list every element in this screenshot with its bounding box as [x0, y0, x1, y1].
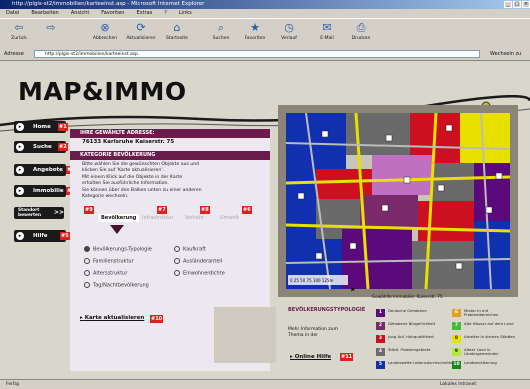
mail-button[interactable]: ✉ E-Mail [312, 21, 342, 41]
address-bar: Adresse http://plgis-st2/immobilien/kart… [0, 49, 530, 61]
menu-tools[interactable]: Extras [136, 10, 152, 16]
go-button[interactable]: Wechseln zu [490, 49, 521, 60]
online-help-link[interactable]: ▸ Online Hilfe [290, 354, 331, 360]
more-info-text: Mehr Information zum Thema in der [288, 327, 338, 338]
mail-icon: ✉ [322, 21, 332, 34]
address-label: Adresse [4, 51, 24, 57]
category-description-1: Bitte wählen Sie die gewünschten Objekte… [82, 162, 200, 173]
legend-title: BEVÖLKERUNGSTYPOLOGIE [288, 307, 366, 313]
minimize-button[interactable]: _ [504, 1, 512, 8]
forward-button[interactable]: ⇨ [36, 21, 66, 36]
back-icon: ⇦ [14, 21, 24, 34]
menu-links[interactable]: Links [179, 10, 192, 16]
maximize-button[interactable]: □ [513, 1, 521, 8]
home-button[interactable]: ⌂ Startseite [162, 21, 192, 41]
option-purchasing-power[interactable]: Kaufkraft [174, 246, 206, 254]
refresh-icon: ⟳ [136, 21, 146, 34]
radio-icon [174, 246, 180, 252]
population-map[interactable]: 0 25 50 75 100 125m [286, 113, 510, 289]
window-title: http://plgis-st2/immobilien/karteeinst.a… [12, 1, 205, 7]
map-location-caption: Gewählte Immobilie: Kaiserstr. 75 [372, 294, 443, 299]
stop-button[interactable]: ⊗ Abbrechen [90, 21, 120, 41]
menu-help[interactable]: ? [164, 10, 167, 16]
browser-toolbar: ⇦ Zurück ⇨ ⊗ Abbrechen ⟳ Aktualisieren ⌂ Sta… [0, 18, 530, 51]
map-frame: 0 25 50 75 100 125m [278, 105, 518, 297]
forward-icon: ⇨ [46, 21, 56, 34]
legend-preview-image [214, 307, 276, 363]
option-day-night-population[interactable]: Tag/Nachtbevölkerung [84, 282, 149, 290]
arrow-right-icon: ▸ [16, 187, 24, 195]
radio-checked-icon [84, 246, 90, 252]
option-population-typology[interactable]: Bevölkerungs-Typologie [84, 246, 152, 254]
favorites-button[interactable]: ★ Favoriten [240, 21, 270, 41]
option-age-structure[interactable]: Altersstruktur [84, 270, 127, 278]
option-family-structure[interactable]: Familienstruktur [84, 258, 134, 266]
dropdown-triangle-icon [110, 225, 124, 234]
favorites-icon: ★ [250, 21, 260, 34]
option-foreigner-share[interactable]: Ausländeranteil [174, 258, 222, 266]
marker-number: #8 [200, 206, 210, 214]
close-button[interactable]: × [522, 1, 530, 8]
flag-icon: ⚑ [350, 287, 356, 294]
nav-offers-button[interactable]: ▸ Angebote [14, 164, 66, 176]
radio-icon [84, 282, 90, 288]
marker-number: #2 [58, 143, 68, 151]
marker-number: #6 [242, 206, 252, 214]
menu-file[interactable]: Datei [6, 10, 19, 16]
update-map-link[interactable]: ▸ Karte aktualisieren [80, 315, 144, 321]
marker-number: #1 [58, 123, 68, 131]
menu-view[interactable]: Ansicht [71, 10, 89, 16]
address-input[interactable]: http://plgis-st2/immobilien/karteeinst.a… [34, 50, 480, 58]
category-heading: KATEGORIE BEVÖLKERUNG [70, 151, 270, 160]
radio-icon [174, 270, 180, 276]
nav-rate-location-button[interactable]: Standort bewerten >> [14, 207, 64, 219]
legend: 1 Deutsche Gehobene 2 Gehobene Bürgerlichk… [376, 308, 526, 379]
marker-number: #11 [340, 353, 354, 361]
search-button[interactable]: ⌕ Suchen [206, 21, 236, 41]
nav-help-button[interactable]: ▸ Hilfe [14, 230, 66, 242]
refresh-button[interactable]: ⟳ Aktualisieren [126, 21, 156, 41]
map-scale: 0 25 50 75 100 125m [290, 278, 333, 283]
option-population-density[interactable]: Einwohnerdichte [174, 270, 225, 278]
print-button[interactable]: ⎙ Drucken [346, 21, 376, 41]
radio-icon [84, 270, 90, 276]
stop-icon: ⊗ [100, 21, 110, 34]
category-description-3: Sie können über den Balken unten zu eine… [82, 188, 202, 199]
home-icon: ⌂ [173, 21, 181, 34]
marker-number: #9 [84, 206, 94, 214]
arrow-right-icon: ▸ [16, 143, 24, 151]
arrow-right-icon: ▸ [16, 166, 24, 174]
radio-icon [174, 258, 180, 264]
nav-property-button[interactable]: ▸ Immobilie [14, 185, 66, 197]
print-icon: ⎙ [356, 21, 366, 34]
history-icon: ◷ [284, 21, 294, 34]
category-description-2: Mit einem Klick auf die Objekte in der K… [82, 175, 183, 186]
web-page: MAP&IMMO ▸Home #1 ▸Suche #2 ▸Angebote #3… [0, 61, 530, 379]
menu-favorites[interactable]: Favoriten [101, 10, 124, 16]
radio-icon [84, 258, 90, 264]
tab-traffic[interactable]: Verkehr [185, 214, 204, 222]
history-button[interactable]: ◷ Verlauf [274, 21, 304, 41]
arrow-right-icon: ▸ [16, 232, 24, 240]
tab-environment[interactable]: Umwelt [220, 214, 239, 222]
marker-number: #5 [60, 232, 70, 240]
menu-edit[interactable]: Bearbeiten [31, 10, 58, 16]
marker-number: #7 [157, 206, 167, 214]
arrow-right-icon: ▸ [16, 123, 24, 131]
selected-address: 76133 Karlsruhe Kaiserstr. 75 [82, 139, 175, 145]
menu-bar: Datei Bearbeiten Ansicht Favoriten Extras? Li… [0, 9, 530, 18]
tab-population[interactable]: Bevölkerung [98, 214, 140, 222]
marker-number: #10 [150, 315, 164, 323]
back-button[interactable]: ⇦ Zurück [4, 21, 34, 41]
address-heading: IHRE GEWÄHLTE ADRESSE: [70, 129, 270, 138]
window-title-bar: http://plgis-st2/immobilien/karteeinst.a… [0, 0, 530, 9]
tab-infrastructure[interactable]: Infrastruktur [142, 214, 173, 222]
search-icon: ⌕ [217, 21, 225, 34]
